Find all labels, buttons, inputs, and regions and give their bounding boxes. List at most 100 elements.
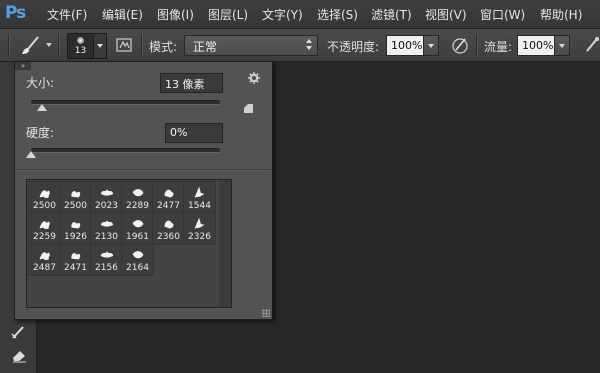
brush-tip-icon [164, 189, 174, 198]
brush-tip-icon [132, 251, 144, 259]
brush-preset-size: 2156 [95, 263, 118, 273]
brush-preset-size: 2471 [64, 263, 87, 273]
flow-input[interactable]: 100% [517, 35, 555, 56]
menu-bar: Ps 文件(F) 编辑(E) 图像(I) 图层(L) 文字(Y) 选择(S) 滤… [0, 0, 600, 29]
menu-help[interactable]: 帮助(H) [540, 6, 582, 23]
brush-tip-icon [100, 189, 114, 196]
brush-tip-icon [132, 220, 144, 228]
brush-preset-item[interactable]: 2477 [152, 181, 185, 214]
divider [8, 34, 10, 56]
opacity-label: 不透明度: [327, 40, 380, 54]
divider [58, 34, 60, 56]
brush-preset-item[interactable]: 2360 [152, 212, 185, 245]
brush-preset-size: 1544 [188, 201, 211, 211]
blend-mode-value: 正常 [193, 40, 218, 54]
resize-grip-icon[interactable] [262, 309, 270, 317]
brush-preset-size: 2289 [126, 201, 149, 211]
menu-file[interactable]: 文件(F) [47, 6, 87, 23]
brush-tip-icon [39, 221, 50, 229]
brush-tip-icon [71, 253, 81, 260]
brush-preset-size: 2164 [126, 263, 149, 273]
airbrush-icon[interactable] [584, 35, 600, 55]
brush-preset-item[interactable]: 2289 [121, 181, 154, 214]
hardness-input[interactable]: 0% [165, 123, 223, 143]
hardness-value: 0% [170, 126, 188, 139]
brush-preset-size: 2487 [33, 263, 56, 273]
brush-tip-icon [77, 37, 84, 44]
brush-preset-item[interactable]: 2487 [28, 243, 61, 276]
hardness-label: 硬度: [26, 126, 55, 140]
brush-tip-icon [194, 186, 205, 198]
brush-tip-icon [100, 220, 114, 227]
new-preset-icon[interactable] [242, 102, 254, 114]
brush-picker-dropdown[interactable] [93, 33, 107, 59]
blend-mode-select[interactable]: 正常 [184, 35, 318, 56]
brush-preset-item[interactable]: 1926 [59, 212, 92, 245]
flow-dropdown[interactable] [554, 35, 570, 56]
brush-preset-item[interactable]: 2164 [121, 243, 154, 276]
brush-preset-item[interactable]: 2156 [90, 243, 123, 276]
brush-tip-icon [71, 222, 81, 229]
brush-preset-popup: » 大小: 13 像素 硬度: 0% 2500 2500 2023 2289 2477 1… [14, 61, 273, 320]
gear-icon[interactable] [248, 72, 260, 84]
brush-preset-item[interactable]: 1544 [183, 181, 216, 214]
hardness-slider-thumb[interactable] [26, 151, 36, 158]
opacity-input[interactable]: 100% [386, 35, 424, 56]
menu-window[interactable]: 窗口(W) [480, 6, 525, 23]
opacity-value: 100% [391, 39, 423, 52]
eraser-icon[interactable] [10, 347, 28, 363]
photoshop-logo: Ps [5, 3, 26, 23]
hardness-slider[interactable] [31, 148, 220, 153]
brush-preset-size: 2023 [95, 201, 118, 211]
size-value: 13 像素 [165, 78, 205, 91]
brush-tip-icon [71, 191, 81, 198]
brush-preset-item[interactable]: 2259 [28, 212, 61, 245]
brush-preset-size: 1926 [64, 232, 87, 242]
brush-preset-size: 1961 [126, 232, 149, 242]
brush-icon[interactable] [18, 35, 44, 57]
brush-preset-size: 2500 [33, 201, 56, 211]
brush-preset-size: 2477 [157, 201, 180, 211]
size-label: 大小: [26, 76, 55, 90]
brush-preset-item[interactable]: 2471 [59, 243, 92, 276]
options-bar: 13 模式: 正常 不透明度: 100% 流量: 100% [0, 29, 600, 62]
brush-tip-icon [39, 190, 50, 198]
menu-select[interactable]: 选择(S) [317, 6, 358, 23]
brush-preset-item[interactable]: 2326 [183, 212, 216, 245]
brush-preset-size: 2326 [188, 232, 211, 242]
history-brush-icon[interactable] [10, 324, 28, 340]
menu-edit[interactable]: 编辑(E) [102, 6, 143, 23]
brush-tip-icon [39, 252, 50, 260]
pressure-opacity-icon[interactable] [450, 35, 470, 55]
brush-preset-item[interactable]: 1961 [121, 212, 154, 245]
preset-scrollbar[interactable] [219, 179, 232, 308]
brush-preset-item[interactable]: 2500 [59, 181, 92, 214]
menu-image[interactable]: 图像(I) [157, 6, 194, 23]
size-slider[interactable] [31, 100, 220, 105]
divider [476, 34, 478, 56]
brush-panel-toggle-icon[interactable] [114, 35, 134, 55]
brush-preset-item[interactable]: 2023 [90, 181, 123, 214]
brush-preset-item[interactable]: 2130 [90, 212, 123, 245]
divider [16, 169, 271, 171]
menu-view[interactable]: 视图(V) [425, 6, 467, 23]
brush-preset-picker[interactable]: 13 [67, 33, 94, 59]
divider [141, 34, 143, 56]
size-input[interactable]: 13 像素 [160, 73, 223, 93]
size-slider-thumb[interactable] [37, 104, 48, 111]
brush-preset-size: 2500 [64, 201, 87, 211]
brush-tip-icon [194, 217, 205, 229]
brush-preset-list: 2500 2500 2023 2289 2477 1544 2259 1926 2130 1961… [26, 179, 231, 308]
menu-filter[interactable]: 滤镜(T) [371, 6, 412, 23]
menu-layer[interactable]: 图层(L) [208, 6, 248, 23]
brush-preset-size: 2130 [95, 232, 118, 242]
brush-tip-icon [100, 251, 114, 258]
menu-type[interactable]: 文字(Y) [262, 6, 303, 23]
brush-preset-item[interactable]: 2500 [28, 181, 61, 214]
tool-preset-arrow-icon[interactable] [46, 43, 52, 47]
collapse-toggle[interactable]: » [15, 62, 31, 70]
flow-value: 100% [522, 39, 554, 52]
opacity-dropdown[interactable] [423, 35, 439, 56]
brush-preset-size: 2360 [157, 232, 180, 242]
select-arrows-icon [306, 39, 312, 51]
